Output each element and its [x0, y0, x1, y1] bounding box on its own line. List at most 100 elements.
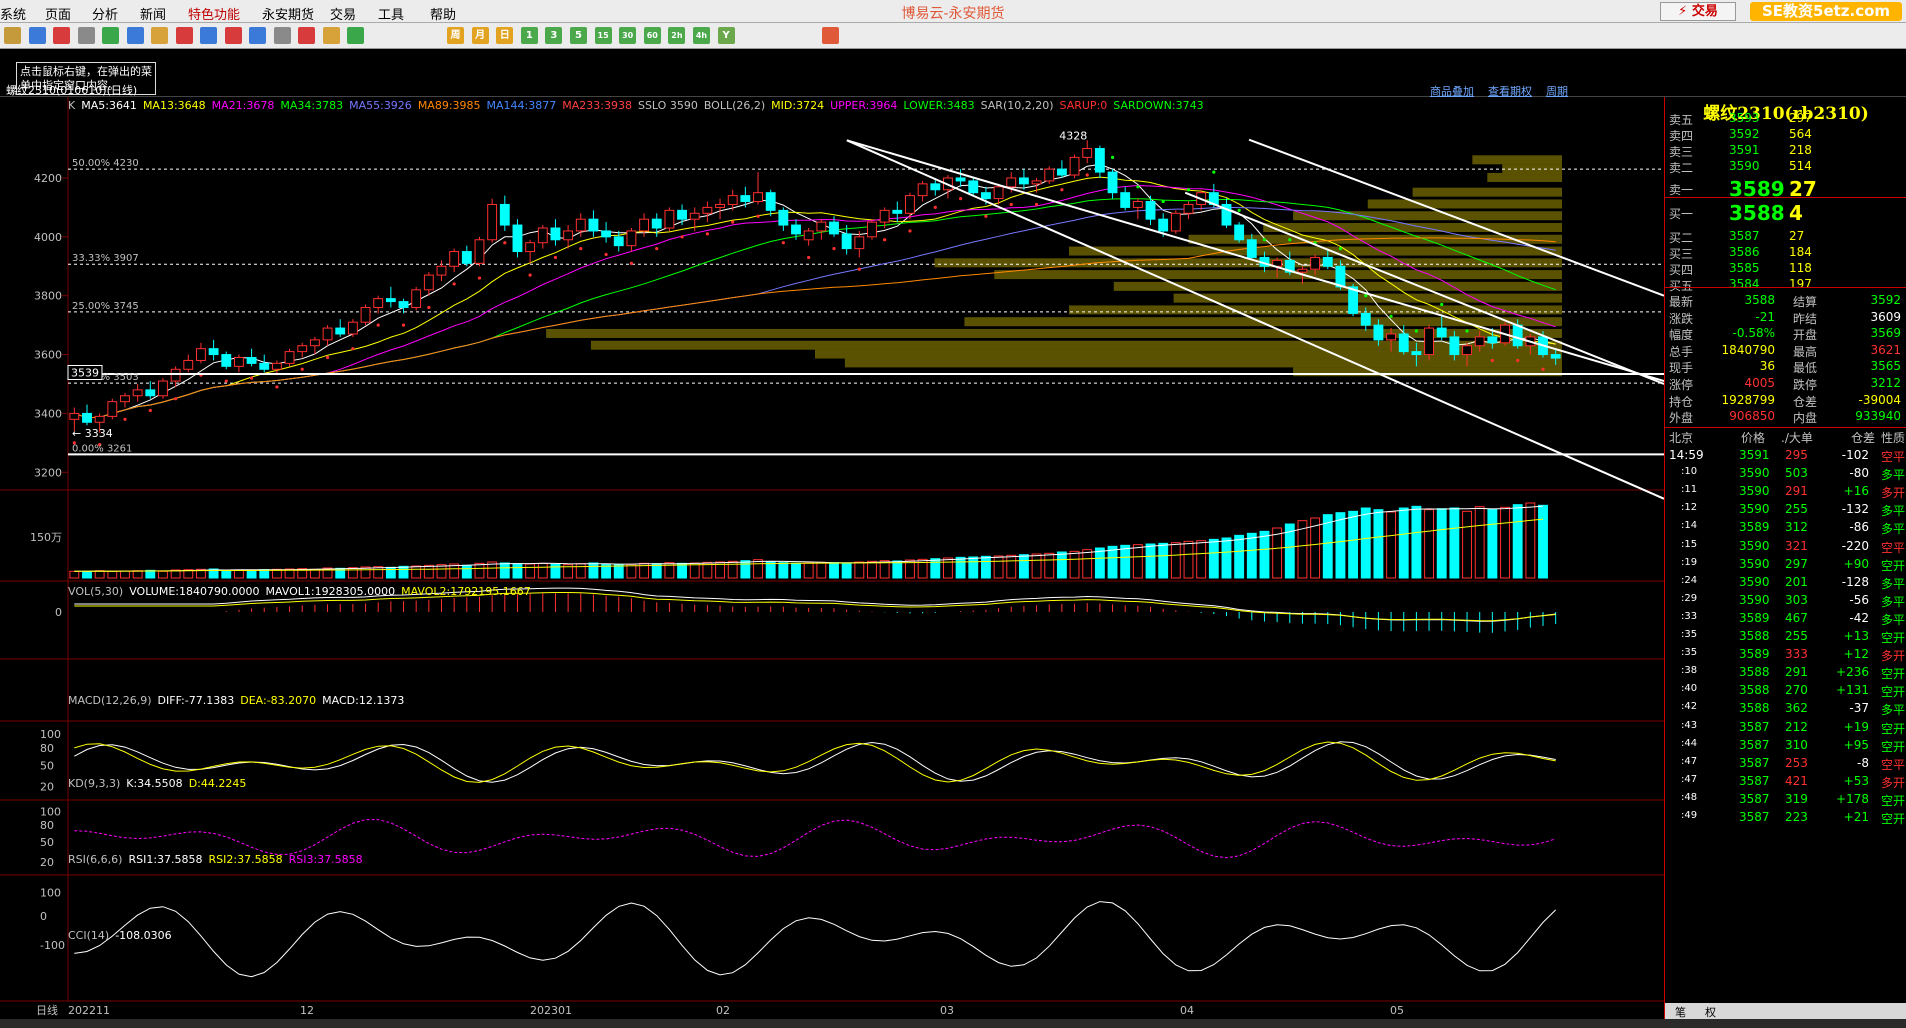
tick-price: 3588 — [1739, 629, 1770, 643]
volume-bar — [1196, 540, 1207, 579]
tick-time: :35 — [1681, 629, 1698, 640]
toolbar-tool-icon[interactable] — [126, 27, 144, 44]
sar-dot — [174, 397, 178, 401]
candle-body — [132, 389, 143, 397]
sar-dot — [883, 238, 887, 242]
candle-body — [322, 327, 333, 341]
volume-bar — [740, 560, 751, 579]
indicator-value: MACD(12,26,9) — [68, 694, 152, 707]
divider — [1665, 287, 1906, 288]
volume-bar — [1360, 507, 1371, 579]
period-button[interactable]: 日 — [496, 27, 514, 44]
candle-body — [461, 251, 472, 264]
toolbar-tool-icon[interactable] — [273, 27, 291, 44]
fib-label: 50.00% 4230 — [72, 158, 139, 169]
panel-tab[interactable]: 权 — [1705, 1004, 1716, 1020]
tick-volume: 312 — [1785, 520, 1808, 535]
sar-dot — [1440, 302, 1444, 307]
volume-profile-bar — [1173, 293, 1562, 303]
indicator-value: MACD:12.1373 — [322, 694, 405, 707]
volume-bar — [791, 562, 801, 579]
panel-tab[interactable]: 笔 — [1675, 1004, 1686, 1020]
symbol-link[interactable]: 查看期权 — [1488, 85, 1532, 98]
toolbar-tool-icon[interactable] — [322, 27, 340, 44]
indicator-value: RSI3:37.5858 — [288, 853, 363, 866]
volume-bar — [1094, 547, 1105, 579]
volume-bar — [575, 563, 586, 579]
toolbar-tool-icon[interactable] — [53, 27, 70, 44]
candle-body — [82, 412, 92, 423]
calendar-icon[interactable] — [822, 27, 839, 44]
period-button[interactable]: 2h — [668, 27, 686, 44]
indicator-value: SARUP:0 — [1059, 99, 1108, 112]
volume-bar — [1373, 509, 1384, 579]
toolbar-tool-icon[interactable] — [151, 27, 168, 44]
period-button[interactable]: 5 — [570, 27, 587, 44]
volume-bar — [1322, 514, 1333, 579]
tick-nature: 空开 — [1880, 812, 1905, 826]
candle-body — [1512, 324, 1523, 347]
candle-body — [715, 203, 725, 208]
volume-bar — [94, 570, 105, 579]
trade-button[interactable]: ⚡ 交易 — [1660, 2, 1736, 21]
tick-header: 北京 价格 ./大单 仓差 性质 — [1669, 429, 1905, 445]
kd-indicator-line: KD(9,3,3) K:34.5508 D:44.2245 — [68, 777, 252, 790]
period-button[interactable]: 15 — [594, 27, 612, 44]
period-button[interactable]: 1 — [520, 27, 538, 44]
toolbar-tool-icon[interactable] — [200, 27, 217, 44]
volume-profile-bar — [1367, 199, 1562, 209]
volume-bar — [1487, 508, 1498, 579]
tick-oi-change: -8 — [1857, 755, 1869, 770]
volume-bar — [930, 558, 941, 579]
candle-body — [221, 354, 232, 367]
tick-price: 3587 — [1739, 791, 1770, 806]
tick-volume: 503 — [1785, 466, 1808, 481]
symbol-link[interactable]: 商品叠加 — [1430, 85, 1474, 98]
toolbar-tool-icon[interactable] — [298, 27, 315, 44]
toolbar-tool-icon[interactable] — [347, 27, 364, 44]
sar-dot — [503, 241, 507, 245]
toolbar-tool-icon[interactable] — [224, 27, 242, 44]
toolbar-tool-icon[interactable] — [28, 27, 46, 44]
period-button[interactable]: 60 — [643, 27, 661, 44]
period-button[interactable]: 月 — [471, 27, 489, 44]
row-volume: 514 — [1789, 159, 1812, 173]
candle-body — [120, 395, 130, 403]
period-button[interactable]: 4h — [693, 27, 710, 44]
date-tick-label: 202211 — [68, 1004, 110, 1017]
indicator-value: MA233:3938 — [562, 99, 632, 112]
volume-bar — [1246, 532, 1257, 579]
row-volume: 4 — [1789, 201, 1803, 225]
tick-oi-change: -80 — [1849, 466, 1869, 481]
indicator-value: VOLUME:1840790.0000 — [129, 585, 260, 598]
toolbar-tool-icon[interactable] — [175, 27, 193, 44]
tick-time: :33 — [1681, 610, 1698, 622]
candle-body — [94, 415, 105, 423]
symbol-link[interactable]: 周期 — [1546, 85, 1568, 98]
chart-area[interactable]: 4200 4000 3800 3600 3400 3200 50.00% 4230 33.33… — [0, 84, 1664, 1019]
period-button[interactable]: 30 — [619, 27, 637, 44]
oscillator-line — [74, 819, 1556, 859]
high-label: 4328 — [1059, 129, 1087, 142]
kline-chart[interactable]: 4200 4000 3800 3600 3400 3200 50.00% 4230 33.33… — [0, 97, 1664, 1019]
candle-body — [677, 209, 687, 220]
sar-dot — [984, 214, 988, 218]
price-tick-label: 3800 — [34, 290, 62, 303]
period-button[interactable]: 3 — [545, 27, 563, 44]
candle-body — [1170, 212, 1181, 232]
date-tick-label: 12 — [300, 1004, 314, 1017]
tick-nature: 多平 — [1880, 703, 1905, 718]
stat-row: 最新 3588 结算 3592 — [1669, 293, 1905, 309]
period-button[interactable]: Y — [717, 27, 735, 44]
candle-body — [563, 230, 574, 241]
toolbar-tool-icon[interactable] — [77, 27, 95, 44]
toolbar-tool-icon[interactable] — [4, 27, 21, 44]
volume-bar — [1436, 508, 1447, 579]
volume-bar — [499, 562, 510, 579]
toolbar-tool-icon[interactable] — [249, 27, 266, 44]
tick-row: :29 3590 303 -56 多平 — [1669, 593, 1905, 610]
candle-body — [1234, 224, 1245, 241]
toolbar-tool-icon[interactable] — [102, 27, 119, 44]
period-button[interactable]: 周 — [447, 27, 464, 44]
candle-body — [1094, 148, 1105, 173]
